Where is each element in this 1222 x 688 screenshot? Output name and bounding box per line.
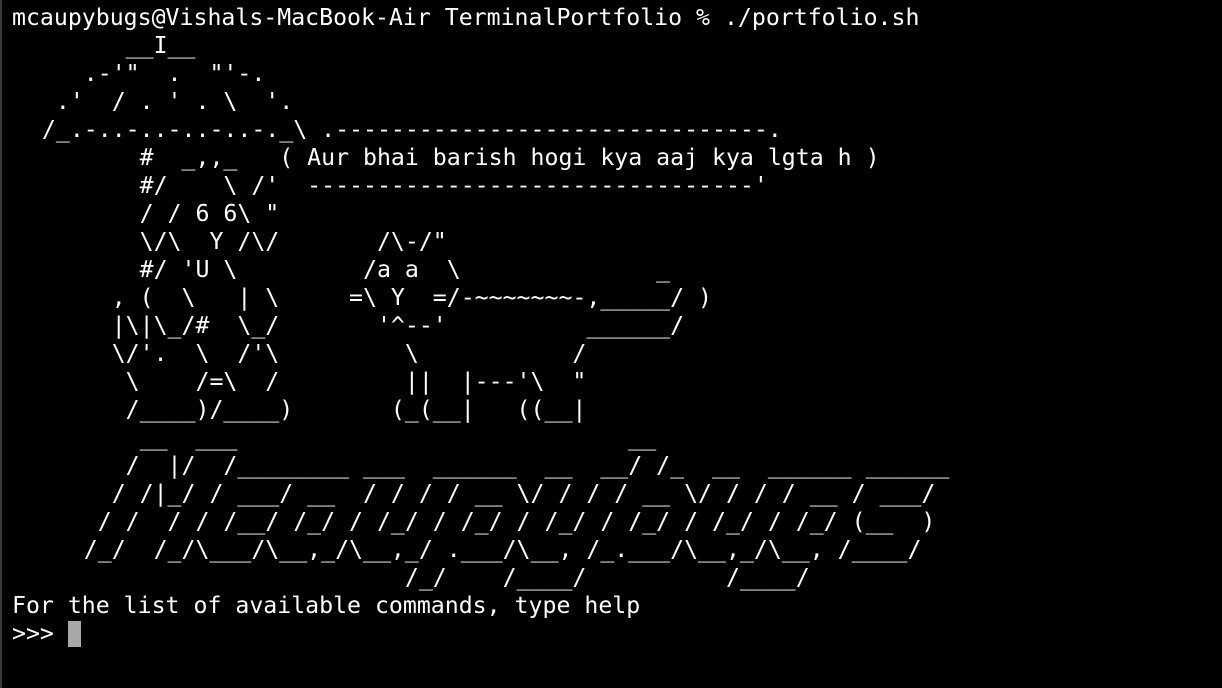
art-line: \/\ Y /\/ /\-/" — [14, 228, 447, 255]
command-line: mcaupybugs@Vishals-MacBook-Air TerminalP… — [12, 4, 920, 31]
art-line: /____)/____) (_(__| ((__| — [14, 396, 587, 423]
art-line: # _,,_ ( Aur bhai barish hogi kya aaj ky… — [14, 144, 880, 171]
art-line: / / / / /__/ /_/ / /_/ / /_/ / /_/ / /_/… — [14, 508, 936, 535]
art-line: /_/ /____/ /____/ — [14, 564, 810, 591]
art-line: / |/ /________ ___ ______ __ __/ /_ __ _… — [14, 452, 950, 479]
art-line: .' / . ' . \ '. — [14, 88, 294, 115]
terminal-window[interactable]: mcaupybugs@Vishals-MacBook-Air TerminalP… — [0, 0, 1222, 688]
help-hint: For the list of available commands, type… — [12, 592, 641, 619]
art-line: , ( \ | \ =\ Y =/-~~~~~~~-,_____/ ) — [14, 284, 713, 311]
art-line: \/'. \ /'\ \ / — [14, 340, 587, 367]
art-line: /_.-..-..-..-..-._\ .-------------------… — [14, 116, 782, 143]
ascii-art: __I__ .-'" . "'-. .' / . ' . \ '. /_.-..… — [6, 32, 1222, 592]
prompt-symbol: >>> — [12, 620, 68, 647]
input-prompt[interactable]: >>> — [6, 620, 1222, 648]
art-line: / /|_/ / ___/ __ / / / / __ \/ / / / __ … — [14, 480, 936, 507]
art-line: __ ___ __ — [14, 424, 657, 451]
art-line: __I__ — [14, 32, 196, 59]
art-line: \ /=\ / || |---'\ " — [14, 368, 587, 395]
art-line: |\|\_/# \_/ '^--' ______/ — [14, 312, 685, 339]
art-line: .-'" . "'-. — [14, 60, 266, 87]
art-line: /_/ /_/\___/\__,_/\__,_/ .___/\__, /_.__… — [14, 536, 922, 563]
art-line: / / 6 6\ " — [14, 200, 280, 227]
art-line: #/ 'U \ /a a \ _ — [14, 256, 671, 283]
art-line: #/ \ /' --------------------------------… — [14, 172, 768, 199]
text-cursor[interactable] — [67, 621, 81, 647]
